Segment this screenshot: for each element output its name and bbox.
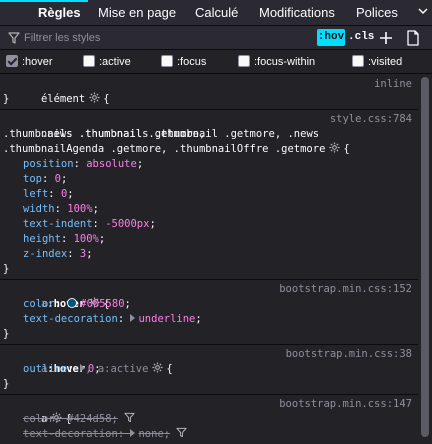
property-value[interactable]: #005580 [80,298,124,310]
property-value[interactable]: -5000px [105,218,149,230]
pseudo-hover-toggle[interactable]: :hover [6,50,53,74]
property-value[interactable]: #424d58 [67,413,111,425]
rule-selector-line[interactable]: .thumbnailAgenda .getmore, .thumbnailOff… [3,143,325,155]
tab-regles[interactable]: Règles [38,0,81,26]
property-value[interactable]: absolute [86,158,137,170]
tab-polices[interactable]: Polices [356,0,398,26]
property-name[interactable]: width [23,203,55,215]
toggle-classes-button[interactable]: .cls [348,29,374,46]
rule-close-brace: } [3,263,10,275]
rule-close-brace: } [3,93,10,105]
tab-modifications[interactable]: Modifications [259,0,335,26]
expand-arrow-icon[interactable] [130,429,136,437]
overridden-declaration: text-decoration: none; [3,427,418,442]
declaration: color: #005580; [23,298,131,310]
declaration: position: absolute; [23,158,144,170]
declaration: z-index: 3; [23,248,93,260]
tab-calcule[interactable]: Calculé [195,0,238,26]
rule-selector-line[interactable]: .thumbnails .thumbnail .getmore, [3,128,205,140]
property-name[interactable]: z-index [23,248,67,260]
scrollbar-thumb[interactable] [421,77,429,437]
property-name[interactable]: top [23,173,42,185]
rule-source-link[interactable]: bootstrap.min.css:38 [286,347,412,362]
pseudo-class-panel: :hover :active :focus :focus-within :vis… [0,50,432,74]
property-name[interactable]: outline [23,363,67,375]
color-swatch[interactable] [67,298,78,308]
rule-getmore: .news .thumbnails .thumbnail .getmore, .… [0,110,418,280]
declaration: text-decoration: underline; [23,313,202,325]
rules-toolbar: :hov .cls [0,26,432,50]
pseudo-focus-within-toggle[interactable]: :focus-within [238,50,315,74]
focus-within-checkbox[interactable] [238,55,250,67]
toggle-pseudo-classes-button[interactable]: :hov [317,29,345,46]
pseudo-focus-toggle[interactable]: :focus [161,50,206,74]
pseudo-hover-label: :hover [22,56,53,68]
focus-checkbox[interactable] [161,55,173,67]
property-name[interactable]: text-indent [23,218,93,230]
declaration: outline: 0; [23,363,101,375]
overridden-declaration: color: #424d58; [3,412,418,427]
document-icon[interactable] [405,29,421,47]
visited-checkbox[interactable] [352,55,364,67]
rules-scrollbar[interactable] [418,75,432,444]
rule-open-brace: { [343,143,350,155]
rule-element: élément{ inline } [0,75,418,110]
pseudo-visited-toggle[interactable]: :visited [352,50,402,74]
rule-close-brace: } [3,378,10,390]
filter-icon [8,32,20,44]
expand-arrow-icon[interactable] [79,364,85,372]
pseudo-focus-label: :focus [177,56,207,68]
devtools-tab-bar: Règles Mise en page Calculé Modification… [0,0,432,26]
property-name[interactable]: color [23,413,55,425]
rule-source-link[interactable]: bootstrap.min.css:152 [279,282,412,297]
pseudo-focus-within-label: :focus-within [254,56,316,68]
property-value[interactable]: none [138,428,163,440]
property-name[interactable]: left [23,188,48,200]
declaration: top: 0; [23,173,68,185]
property-name[interactable]: color [23,298,55,310]
hover-checkbox[interactable] [6,55,18,67]
declaration: height: 100%; [23,233,106,245]
rule-source-link[interactable]: bootstrap.min.css:147 [279,397,412,412]
property-value[interactable]: 100% [74,233,99,245]
declaration: text-indent: -5000px; [23,218,156,230]
filter-styles-input[interactable] [22,26,312,49]
filter-icon[interactable] [176,427,187,438]
filter-icon[interactable] [124,412,135,423]
tab-mise-en-page[interactable]: Mise en page [98,0,176,26]
property-name[interactable]: height [23,233,61,245]
plus-icon[interactable] [377,29,395,47]
rule-a-hover-active: a:hover, a:active{ bootstrap.min.css:38 … [0,345,418,395]
rule-source-link[interactable]: style.css:784 [330,112,412,127]
property-value[interactable]: underline [138,313,195,325]
property-name[interactable]: position [23,158,74,170]
property-name[interactable]: text-decoration [23,428,118,440]
rule-close-brace: } [3,328,10,340]
gear-icon[interactable] [329,142,340,153]
rules-list: élément{ inline } .news .thumbnails .thu… [0,75,418,444]
property-value[interactable]: 100% [67,203,92,215]
expand-arrow-icon[interactable] [130,314,136,322]
rule-a: a{ bootstrap.min.css:147 color: #424d58;… [0,395,418,444]
declaration: left: 0; [23,188,74,200]
property-name[interactable]: text-decoration [23,313,118,325]
pseudo-visited-label: :visited [368,56,403,68]
pseudo-active-label: :active [99,56,131,68]
pseudo-active-toggle[interactable]: :active [83,50,131,74]
rule-a-hover: a:hover{ bootstrap.min.css:152 color: #0… [0,280,418,345]
rule-source-link[interactable]: inline [374,77,412,92]
chevron-down-icon[interactable] [414,0,432,26]
active-checkbox[interactable] [83,55,95,67]
declaration: width: 100%; [23,203,99,215]
